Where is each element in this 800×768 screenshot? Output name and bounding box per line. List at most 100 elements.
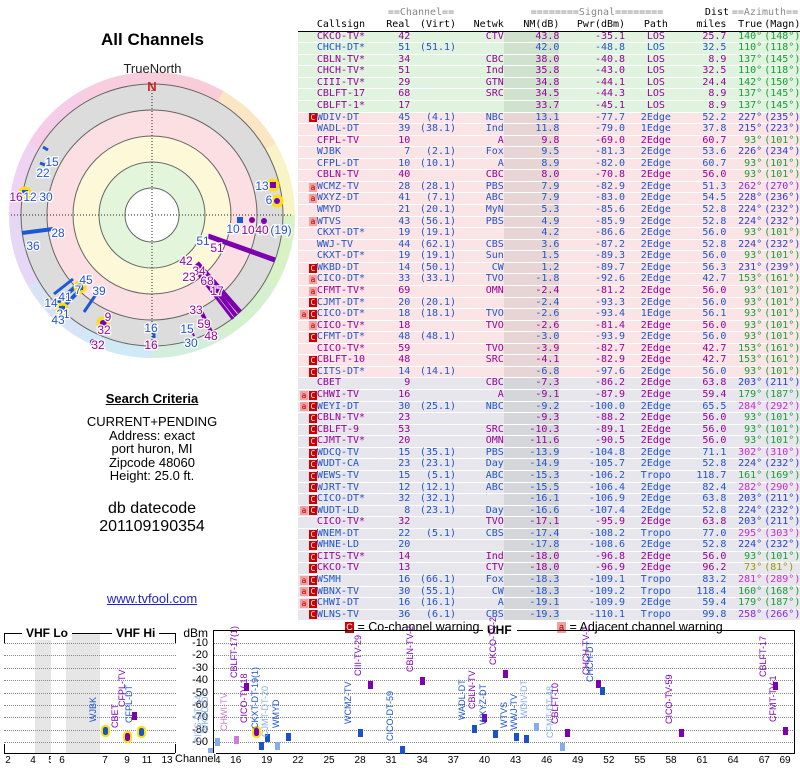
svg-text:30: 30 <box>39 190 53 204</box>
co-channel-warning-icon: C <box>308 298 317 308</box>
site-link-wrap: www.tvfool.com <box>2 590 302 608</box>
search-height: Height: 25.0 ft. <box>109 468 195 483</box>
channel-tick: 19 <box>255 755 278 766</box>
co-channel-warning-icon: C <box>308 390 317 400</box>
co-channel-warning-icon: C <box>308 425 317 435</box>
table-header-groups: ==Channel== ========Signal======== Dist … <box>298 7 800 20</box>
table-row: a C WSMH 16 (66.1) Fox -18.3 -109.1 Tropo 83.2 281… <box>298 574 800 587</box>
co-channel-warning-icon: C <box>308 564 317 574</box>
co-channel-warning-icon: C <box>308 587 317 597</box>
svg-text:17: 17 <box>210 284 224 298</box>
channel-tick: 16 <box>224 755 247 766</box>
channel-tick: 67 <box>753 755 776 766</box>
spectrum-bar-label: CBET <box>110 704 120 729</box>
spectrum-bar <box>565 729 571 738</box>
svg-text:13: 13 <box>255 179 269 193</box>
spectrum-bar-label: CBLFT-17(1) <box>229 625 240 678</box>
co-channel-warning-icon: C <box>308 332 317 342</box>
co-channel-warning-icon: C <box>308 402 317 412</box>
table-row: C CICO-DT* 32 (32.1) -16.1 -106.9 2Edge 63.8 203… <box>298 494 800 506</box>
channel-tick: 69 <box>774 755 797 766</box>
adjacent-channel-warning-icon: a <box>299 575 308 585</box>
co-channel-warning-icon: C <box>308 356 317 366</box>
vhf-hi-label: VHF Hi <box>112 626 160 640</box>
co-channel-warning-icon: C <box>308 263 317 273</box>
spectrum-bar-label: CKCO-TV-2 <box>488 617 499 666</box>
spectrum-bar <box>492 729 498 738</box>
header-virt: (Virt) <box>419 18 457 30</box>
svg-text:10: 10 <box>226 222 240 236</box>
search-address-type: Address: exact <box>109 427 195 443</box>
spectrum-bar <box>233 735 239 744</box>
adjacent-channel-warning-icon: a <box>308 286 317 296</box>
header-azimuth-group: ==Azimuth== <box>731 7 799 18</box>
table-row: a C CHWI-DT 16 (16.1) A -19.1 -109.9 2Edge 59.4 17… <box>298 598 800 610</box>
spectrum-bar <box>259 742 265 751</box>
svg-text:10: 10 <box>241 223 255 237</box>
spectrum-bar <box>275 742 281 751</box>
channel-tick: 43 <box>504 755 527 766</box>
table-row: CHCH-DT* 51 (51.1) 42.0 -48.8 LOS 32.5 110° (118… <box>298 43 800 55</box>
header-dist: Dist <box>704 7 729 18</box>
header-pwr: Pwr(dBm) <box>576 18 626 30</box>
spectrum-bar <box>358 729 364 738</box>
co-channel-warning-icon: C <box>308 529 317 539</box>
svg-text:33: 33 <box>189 303 203 317</box>
header-magn: (Magn) <box>764 18 800 30</box>
dbm-tick-label: -20 <box>192 649 208 662</box>
spectrum-bar <box>472 724 478 733</box>
adjacent-channel-warning-icon: a <box>299 390 308 400</box>
svg-text:15: 15 <box>180 322 194 336</box>
spectrum-bar-label: CFMT-TV-1 <box>768 675 779 723</box>
table-row: WADL-DT 39 (38.1) Ind 11.8 -79.0 1Edge 37.8 215°… <box>298 124 800 136</box>
header-signal-group: ========Signal======== <box>530 7 664 18</box>
spectrum-bar <box>534 722 540 731</box>
true-north-label: TrueNorth <box>123 61 182 76</box>
header-channel-group: ==Channel== <box>387 7 455 18</box>
spectrum-bar <box>101 725 110 738</box>
table-row: a CFMT-TV* 69 OMN -2.4 -81.2 2Edge 56.0 93° (101°… <box>298 285 800 298</box>
spectrum-bar <box>783 727 789 736</box>
spectrum-bar-label: CFPL-DT <box>124 685 134 724</box>
db-datecode-label: db datecode <box>107 500 197 517</box>
vhf-lo-label: VHF Lo <box>22 626 72 640</box>
svg-text:28: 28 <box>51 226 65 240</box>
svg-text:12: 12 <box>23 190 37 204</box>
channel-tick: 37 <box>442 755 465 766</box>
spectrum-bar-label: WJBK <box>88 697 98 723</box>
spectrum-bar <box>123 731 132 744</box>
spectrum-bar-label: WMYD <box>270 699 281 728</box>
header-netwk: Netwk <box>473 18 504 30</box>
co-channel-warning-icon: C <box>308 437 317 447</box>
co-channel-warning-icon: C <box>308 541 317 551</box>
adjacent-channel-warning-icon: a <box>299 309 308 319</box>
search-criteria: Search Criteria CURRENT+PENDING Address:… <box>2 391 302 483</box>
channel-tick: 11 <box>136 755 158 766</box>
co-channel-warning-icon: C <box>345 622 354 633</box>
co-channel-warning-icon: C <box>308 113 317 123</box>
tvfool-report-page: 15 22 16 12 30 13 6 10 10 40 (19) 28 36 51 51 42 34 23 68 1… <box>0 0 800 768</box>
channel-tick: 25 <box>318 755 340 766</box>
radar-title: All Channels <box>101 30 204 49</box>
channel-tick: 2 <box>0 755 19 766</box>
db-datecode: db datecode 201109190354 <box>2 500 302 536</box>
header-real: Real <box>386 18 411 30</box>
spectrum-bar-label: CBLN-TV-2 <box>405 626 416 673</box>
channel-tick: 49 <box>566 755 589 766</box>
db-datecode-value: 201109190354 <box>99 518 205 535</box>
table-body: CKCO-TV* 42 CTV 43.8 -35.1 LOS 25.7 140° (148°) C… <box>298 31 800 622</box>
svg-text:40: 40 <box>255 223 269 237</box>
header-path: Path <box>643 18 668 30</box>
co-channel-warning-icon: C <box>308 471 317 481</box>
co-channel-warning-icon: C <box>308 309 317 319</box>
header-true: True <box>738 18 763 30</box>
dbm-tick-label: -40 <box>192 674 208 687</box>
spectrum-bar-label: CICO-TV-59 <box>664 674 675 725</box>
spectrum-bar <box>523 734 529 743</box>
tvfool-link[interactable]: www.tvfool.com <box>107 591 197 606</box>
spectrum-bar-label: WKBD-DT <box>200 690 210 733</box>
header-miles: miles <box>696 18 727 30</box>
spectrum-bar-label: CBLFT-17 <box>757 635 768 677</box>
adjacent-channel-warning-icon: a <box>308 217 317 227</box>
spectrum-bar <box>513 733 519 742</box>
